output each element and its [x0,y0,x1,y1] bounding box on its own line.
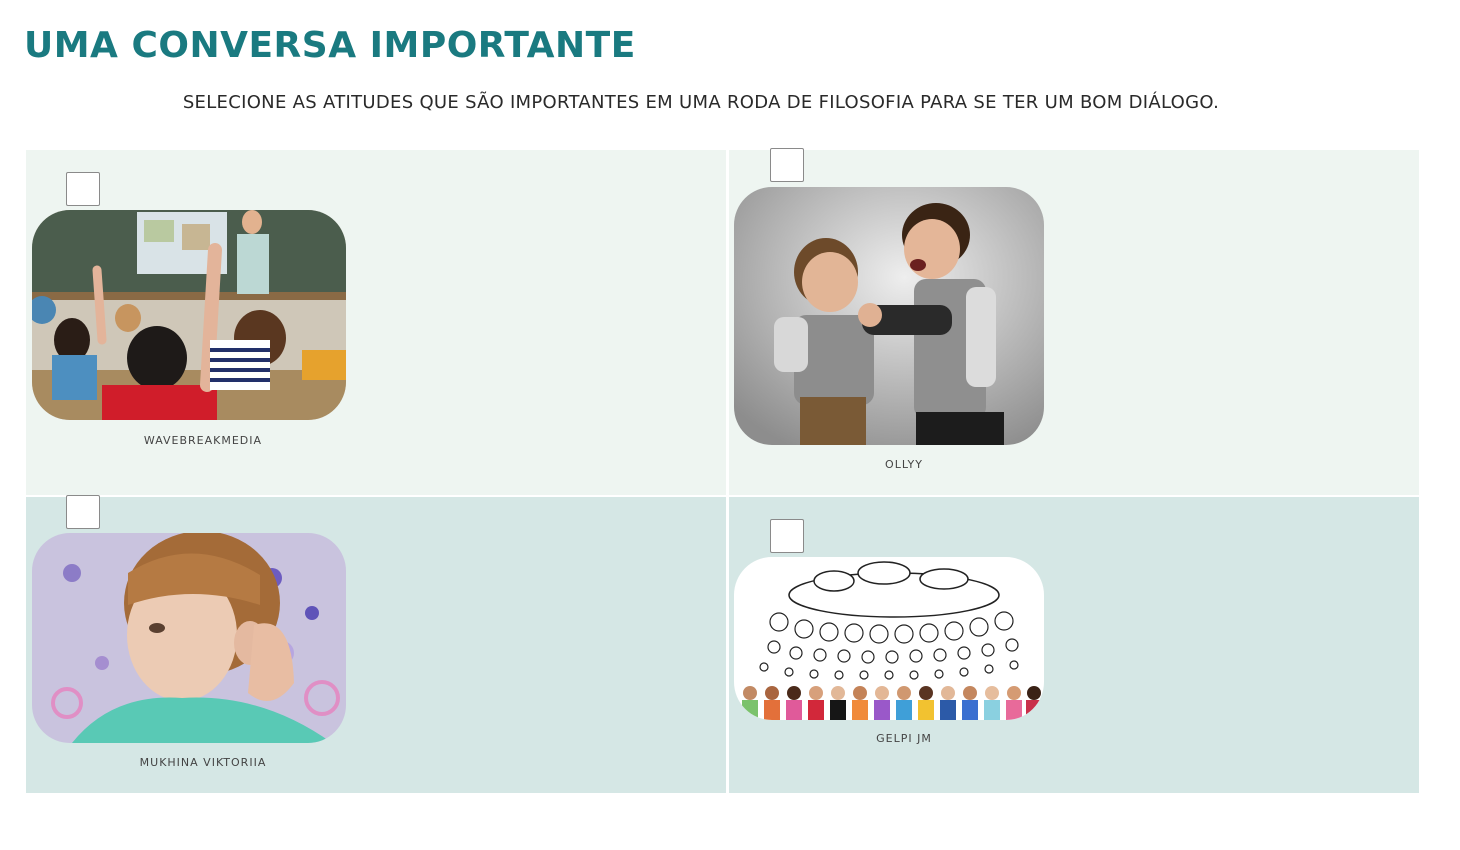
thought-bubbles-image[interactable] [734,557,1044,720]
image-credit-1: WAVEBREAKMEDIA [143,434,263,447]
option-checkbox-3[interactable] [66,495,100,529]
instructions-text: SELECIONE AS ATITUDES QUE SÃO IMPORTANTE… [182,92,1220,113]
image-credit-3: MUKHINA VIKTORIIA [139,756,267,769]
option-checkbox-1[interactable] [66,172,100,206]
girl-listening-image[interactable] [32,533,346,743]
page-title: UMA CONVERSA IMPORTANTE [24,25,636,66]
image-credit-4: GELPI JM [876,732,932,745]
classroom-image[interactable] [32,210,346,420]
option-checkbox-4[interactable] [770,519,804,553]
image-credit-2: OLLYY [885,458,923,471]
option-checkbox-2[interactable] [770,148,804,182]
children-fighting-image[interactable] [734,187,1044,445]
